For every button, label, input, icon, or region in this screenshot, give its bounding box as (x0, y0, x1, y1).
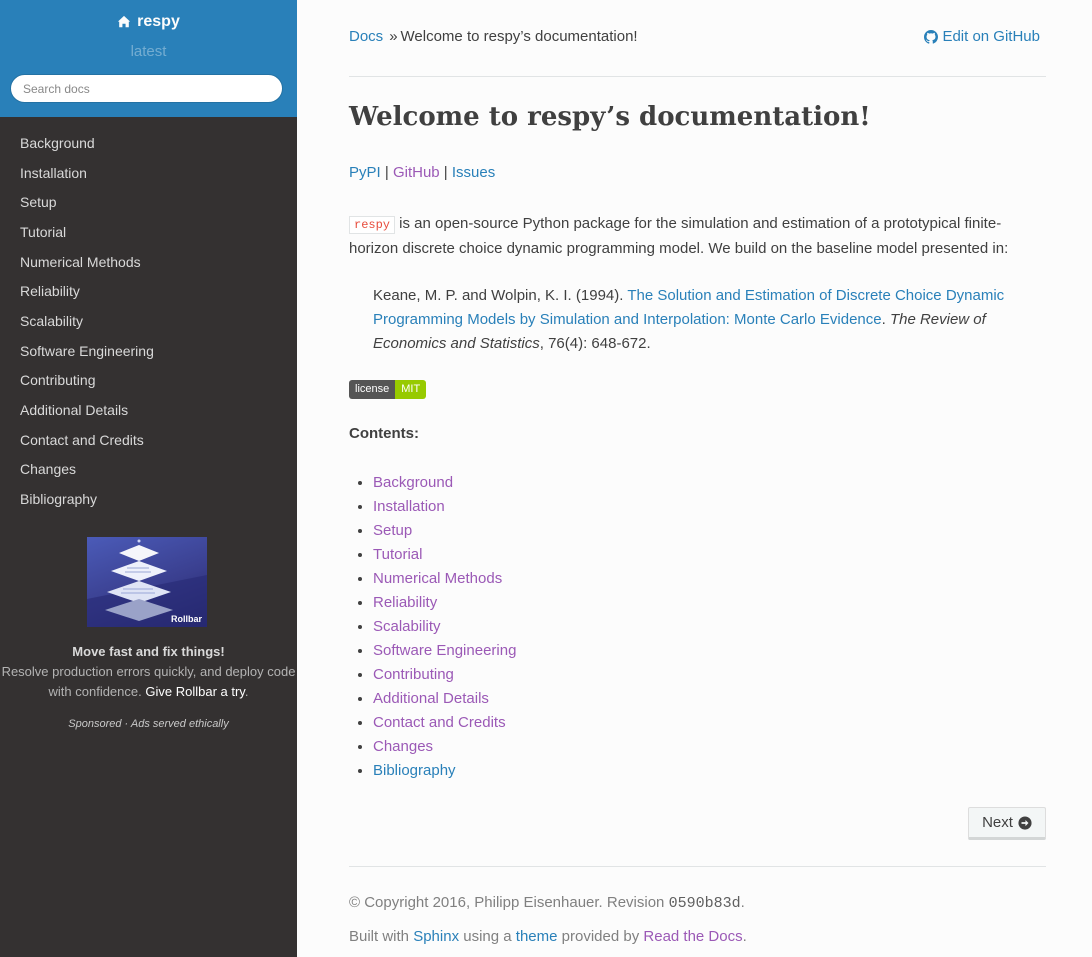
toc-link-software-engineering[interactable]: Software Engineering (373, 642, 516, 659)
citation-period: . (881, 311, 890, 328)
contents-heading: Contents: (349, 425, 419, 442)
issues-link[interactable]: Issues (452, 164, 495, 181)
sidebar-nav: Background Installation Setup Tutorial N… (0, 129, 297, 515)
footer-built-with: Built with Sphinx using a theme provided… (349, 928, 747, 945)
toc-link-installation[interactable]: Installation (373, 498, 445, 515)
next-label: Next (982, 814, 1013, 831)
footer-copyright: © Copyright 2016, Philipp Eisenhauer. Re… (349, 894, 745, 912)
toc-link-scalability[interactable]: Scalability (373, 618, 441, 635)
toc-link-tutorial[interactable]: Tutorial (373, 546, 422, 563)
sidebar-item-contributing[interactable]: Contributing (0, 366, 297, 396)
sidebar-item-reliability[interactable]: Reliability (0, 277, 297, 307)
toc-link-contact-and-credits[interactable]: Contact and Credits (373, 714, 506, 731)
toc-item: Software Engineering (373, 639, 516, 663)
copyright-end: . (740, 894, 745, 911)
toc-link-additional-details[interactable]: Additional Details (373, 690, 489, 707)
ad-brand-logo: Rollbar (170, 614, 202, 624)
toc-item: Background (373, 471, 516, 495)
read-the-docs-link[interactable]: Read the Docs (643, 928, 742, 945)
pypi-link[interactable]: PyPI (349, 164, 381, 181)
revision-hash: 0590b83d (668, 895, 741, 912)
toc-item: Changes (373, 735, 516, 759)
header-divider (349, 76, 1046, 77)
intro-paragraph: respy is an open-source Python package f… (349, 212, 1046, 261)
toc-link-bibliography[interactable]: Bibliography (373, 762, 456, 779)
sidebar-item-installation[interactable]: Installation (0, 159, 297, 189)
project-links: PyPI | GitHub | Issues (349, 164, 495, 181)
citation-authors: Keane, M. P. and Wolpin, K. I. (1994). (373, 287, 628, 304)
toc-link-reliability[interactable]: Reliability (373, 594, 437, 611)
footer-end: . (742, 928, 747, 945)
sidebar-item-additional-details[interactable]: Additional Details (0, 396, 297, 426)
toc-link-background[interactable]: Background (373, 474, 453, 491)
toc-item: Bibliography (373, 759, 516, 783)
citation-block: Keane, M. P. and Wolpin, K. I. (1994). T… (373, 284, 1043, 356)
badge-value: MIT (395, 380, 427, 399)
github-icon (924, 29, 939, 44)
link-separator: | (443, 164, 448, 181)
sidebar: respy latest Background Installation Set… (0, 0, 297, 957)
project-home-link[interactable]: respy (0, 13, 297, 31)
built-with-text: Built with (349, 928, 414, 945)
toc-item: Contact and Credits (373, 711, 516, 735)
breadcrumb-current: Welcome to respy’s documentation! (400, 28, 638, 45)
ad-cta-link[interactable]: Give Rollbar a try (145, 684, 244, 699)
respy-code: respy (349, 216, 396, 234)
sidebar-item-bibliography[interactable]: Bibliography (0, 485, 297, 515)
ad-cta-suffix: . (244, 684, 249, 699)
sphinx-link[interactable]: Sphinx (413, 928, 459, 945)
citation-volume: , 76(4): 648-672. (539, 335, 651, 352)
toc-item: Scalability (373, 615, 516, 639)
sidebar-item-setup[interactable]: Setup (0, 188, 297, 218)
toc-item: Numerical Methods (373, 567, 516, 591)
sponsor-ad-text: Move fast and fix things! Resolve produc… (0, 642, 297, 702)
intro-text: is an open-source Python package for the… (349, 215, 1009, 257)
github-link[interactable]: GitHub (393, 164, 440, 181)
theme-link[interactable]: theme (516, 928, 558, 945)
sidebar-item-contact-and-credits[interactable]: Contact and Credits (0, 426, 297, 456)
link-separator: | (384, 164, 389, 181)
home-icon (118, 15, 131, 28)
toc-item: Reliability (373, 591, 516, 615)
footer-divider (349, 866, 1046, 867)
sidebar-item-software-engineering[interactable]: Software Engineering (0, 337, 297, 367)
version-label: latest (130, 43, 167, 60)
sidebar-header: respy latest (0, 0, 297, 117)
arrow-circle-right-icon (1018, 815, 1032, 830)
copyright-text: © Copyright 2016, Philipp Eisenhauer. Re… (349, 894, 669, 911)
edit-on-github-link[interactable]: Edit on GitHub (924, 28, 1040, 45)
toc-item: Contributing (373, 663, 516, 687)
sidebar-item-numerical-methods[interactable]: Numerical Methods (0, 248, 297, 278)
edit-on-github-label[interactable]: Edit on GitHub (942, 28, 1040, 45)
toc-item: Installation (373, 495, 516, 519)
sidebar-item-background[interactable]: Background (0, 129, 297, 159)
search-input[interactable] (10, 74, 283, 103)
ad-headline: Move fast and fix things! (72, 644, 225, 659)
sidebar-item-tutorial[interactable]: Tutorial (0, 218, 297, 248)
breadcrumb: Docs » Welcome to respy’s documentation! E… (349, 28, 1046, 48)
provided-by-text: provided by (557, 928, 644, 945)
toc-item: Tutorial (373, 543, 516, 567)
project-name[interactable]: respy (137, 13, 180, 31)
using-a-text: using a (459, 928, 516, 945)
breadcrumb-home-link[interactable]: Docs (349, 28, 383, 45)
toc-item: Setup (373, 519, 516, 543)
sponsor-ad-image[interactable]: Rollbar (87, 537, 207, 627)
table-of-contents: Background Installation Setup Tutorial N… (349, 471, 516, 783)
toc-item: Additional Details (373, 687, 516, 711)
license-badge[interactable]: license MIT (349, 380, 427, 399)
toc-link-contributing[interactable]: Contributing (373, 666, 454, 683)
page-title: Welcome to respy’s documentation! (349, 102, 871, 132)
ad-sponsor-note[interactable]: Sponsored · Ads served ethically (0, 718, 297, 730)
next-button[interactable]: Next (968, 807, 1046, 840)
sidebar-item-changes[interactable]: Changes (0, 455, 297, 485)
sidebar-item-scalability[interactable]: Scalability (0, 307, 297, 337)
toc-link-setup[interactable]: Setup (373, 522, 412, 539)
toc-link-changes[interactable]: Changes (373, 738, 433, 755)
toc-link-numerical-methods[interactable]: Numerical Methods (373, 570, 502, 587)
breadcrumb-separator: » (389, 28, 398, 45)
badge-label: license (349, 380, 396, 399)
